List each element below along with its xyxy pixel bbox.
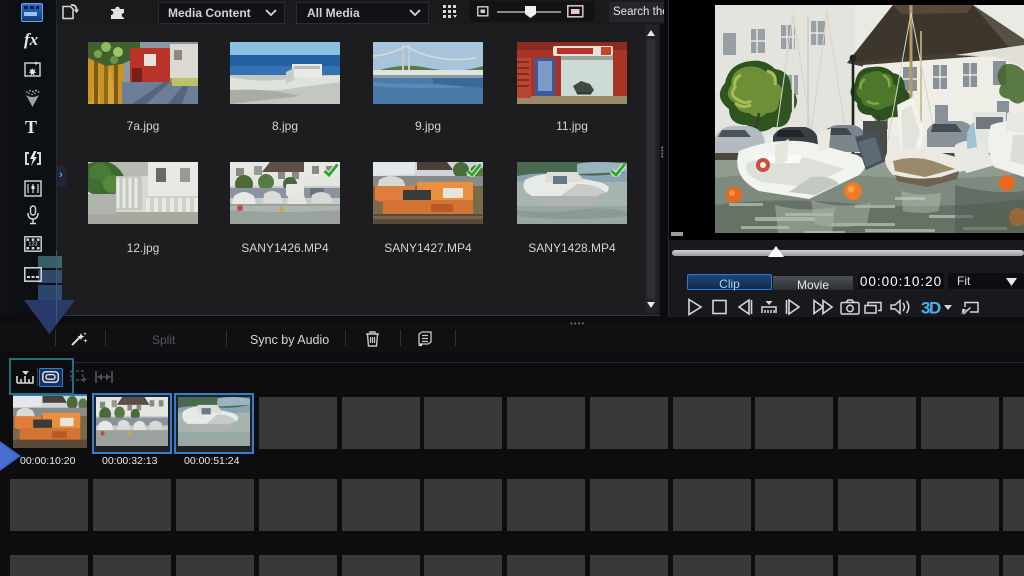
svg-text:3D: 3D <box>921 299 941 318</box>
svg-text:123: 123 <box>28 242 37 248</box>
